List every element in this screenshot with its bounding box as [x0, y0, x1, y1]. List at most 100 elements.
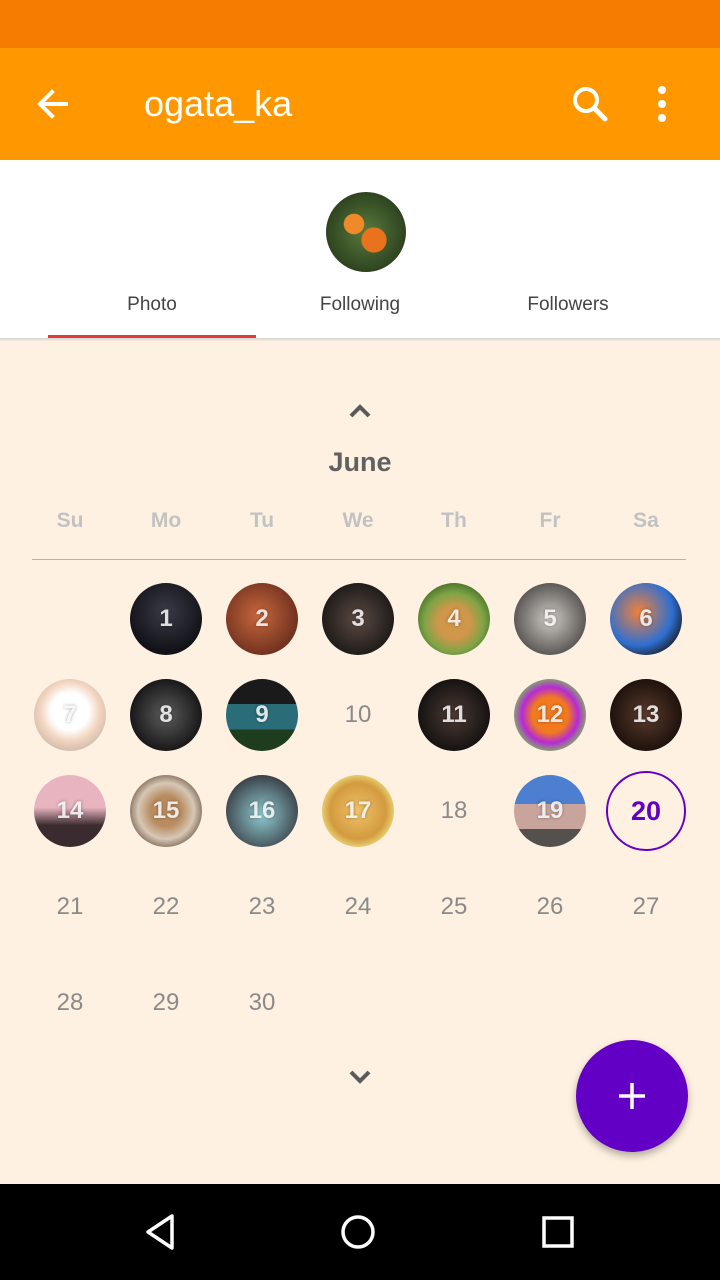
calendar-day-photo[interactable]: 15 [130, 775, 202, 847]
calendar-cell: 14 [22, 763, 118, 859]
calendar-cell: 6 [598, 571, 694, 667]
calendar-day[interactable]: 28 [34, 967, 106, 1039]
calendar-day-today[interactable]: 20 [606, 771, 686, 851]
calendar-cell: 16 [214, 763, 310, 859]
calendar-cell: 9 [214, 667, 310, 763]
avatar[interactable] [326, 192, 406, 272]
weekday-label: We [342, 509, 374, 532]
calendar-day-photo[interactable]: 4 [418, 583, 490, 655]
calendar-cell: 23 [214, 859, 310, 955]
calendar-week: 7 8 9 10 11 12 13 [22, 667, 694, 763]
weekday-label: Fr [539, 509, 561, 532]
calendar-day-photo[interactable]: 11 [418, 679, 490, 751]
status-bar [0, 0, 720, 48]
calendar-cell: 12 [502, 667, 598, 763]
calendar-day-photo[interactable]: 16 [226, 775, 298, 847]
nav-back-icon[interactable] [136, 1208, 184, 1256]
tab-following[interactable]: Following [256, 284, 464, 338]
calendar-day-photo[interactable]: 6 [610, 583, 682, 655]
chevron-down-icon[interactable] [340, 1063, 380, 1093]
calendar-cell [598, 955, 694, 1051]
divider [32, 559, 686, 560]
weekday-header: Su Mo Tu We Th Fr Sa [22, 509, 694, 549]
calendar-cell: 3 [310, 571, 406, 667]
calendar-day-photo[interactable]: 8 [130, 679, 202, 751]
weekday-label: Th [441, 509, 467, 532]
calendar-day-photo[interactable]: 5 [514, 583, 586, 655]
calendar-day[interactable]: 23 [226, 871, 298, 943]
calendar-cell: 30 [214, 955, 310, 1051]
tab-photo[interactable]: Photo [48, 284, 256, 338]
page-title: ogata_ka [144, 83, 293, 124]
calendar-cell: 26 [502, 859, 598, 955]
calendar-day[interactable]: 26 [514, 871, 586, 943]
calendar-day-photo[interactable]: 17 [322, 775, 394, 847]
calendar-cell: 10 [310, 667, 406, 763]
system-nav-bar [0, 1184, 720, 1280]
calendar-cell: 2 [214, 571, 310, 667]
calendar-week: 21 22 23 24 25 26 27 [22, 859, 694, 955]
calendar-cell [310, 955, 406, 1051]
back-arrow-icon[interactable] [28, 80, 84, 128]
calendar-day-photo[interactable]: 9 [226, 679, 298, 751]
chevron-up-icon[interactable] [340, 395, 380, 425]
month-label: June [328, 447, 392, 477]
calendar-day[interactable]: 10 [322, 679, 394, 751]
calendar-day[interactable]: 22 [130, 871, 202, 943]
tab-indicator [48, 335, 256, 338]
calendar-cell: 8 [118, 667, 214, 763]
weekday-label: Mo [150, 509, 182, 532]
calendar-cell: 15 [118, 763, 214, 859]
app-bar: ogata_ka [0, 48, 720, 160]
calendar-day[interactable]: 21 [34, 871, 106, 943]
calendar-cell: 20 [598, 763, 694, 859]
calendar-day[interactable]: 29 [130, 967, 202, 1039]
plus-icon [619, 1083, 645, 1109]
calendar-cell: 29 [118, 955, 214, 1051]
calendar-cell: 18 [406, 763, 502, 859]
calendar-day[interactable]: 27 [610, 871, 682, 943]
calendar-cell: 1 [118, 571, 214, 667]
calendar-day[interactable]: 30 [226, 967, 298, 1039]
calendar-week: 14 15 16 17 18 19 20 [22, 763, 694, 859]
calendar-day-photo[interactable]: 2 [226, 583, 298, 655]
weekday-label: Sa [633, 509, 659, 532]
search-icon[interactable] [566, 80, 614, 128]
calendar-day[interactable]: 25 [418, 871, 490, 943]
calendar-cell: 11 [406, 667, 502, 763]
calendar-day-photo[interactable]: 14 [34, 775, 106, 847]
calendar-cell [22, 571, 118, 667]
calendar-day[interactable]: 24 [322, 871, 394, 943]
calendar-day[interactable]: 18 [418, 775, 490, 847]
calendar-cell: 27 [598, 859, 694, 955]
calendar-day-photo[interactable]: 12 [514, 679, 586, 751]
calendar-cell: 7 [22, 667, 118, 763]
calendar-cell [406, 955, 502, 1051]
calendar-cell: 4 [406, 571, 502, 667]
calendar-day-photo[interactable]: 1 [130, 583, 202, 655]
calendar-cell: 19 [502, 763, 598, 859]
calendar-day-photo[interactable]: 13 [610, 679, 682, 751]
calendar-cell: 24 [310, 859, 406, 955]
nav-home-icon[interactable] [334, 1208, 382, 1256]
calendar-cell: 21 [22, 859, 118, 955]
tab-followers[interactable]: Followers [464, 284, 672, 338]
add-photo-button[interactable] [576, 1040, 688, 1152]
nav-recents-icon[interactable] [534, 1208, 582, 1256]
calendar-cell: 17 [310, 763, 406, 859]
calendar-day-photo[interactable]: 3 [322, 583, 394, 655]
more-vert-icon[interactable] [640, 80, 684, 128]
calendar-day-photo[interactable]: 7 [34, 679, 106, 751]
calendar-day-photo[interactable]: 19 [514, 775, 586, 847]
calendar-cell: 5 [502, 571, 598, 667]
weekday-label: Su [56, 509, 84, 532]
calendar-cell: 28 [22, 955, 118, 1051]
calendar-cell [502, 955, 598, 1051]
profile-header: Photo Following Followers [0, 160, 720, 339]
calendar-grid: 1 2 3 4 5 6 7 8 9 10 11 12 13 14 15 16 17 18 19 20 21 22 23 24 2… [22, 571, 694, 1051]
calendar-cell: 25 [406, 859, 502, 955]
calendar-week: 123456 [22, 571, 694, 667]
calendar-week: 28 29 30 [22, 955, 694, 1051]
calendar-cell: 22 [118, 859, 214, 955]
calendar-cell: 13 [598, 667, 694, 763]
